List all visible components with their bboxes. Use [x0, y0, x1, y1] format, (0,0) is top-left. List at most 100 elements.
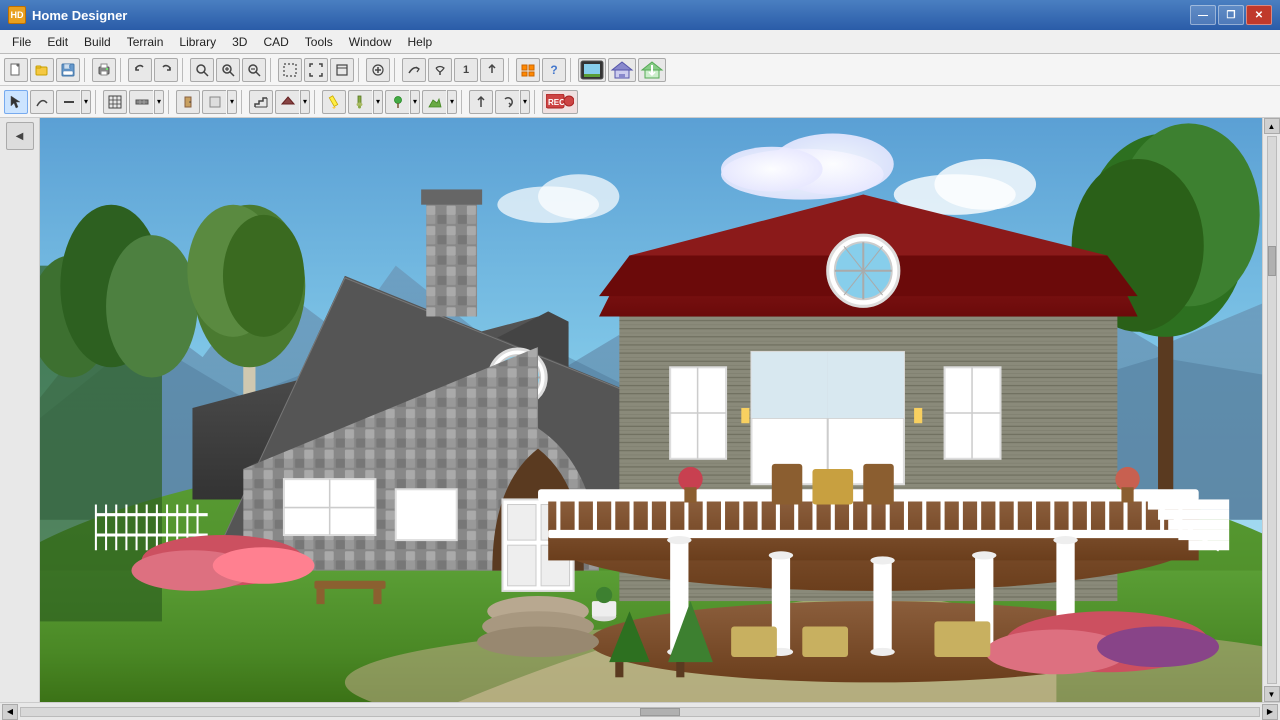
- menu-3d[interactable]: 3D: [224, 33, 255, 51]
- roof-tool-group: ▾: [275, 90, 310, 114]
- menu-edit[interactable]: Edit: [39, 33, 76, 51]
- scroll-thumb-vertical[interactable]: [1268, 246, 1276, 276]
- toolbar2-sep3: [241, 90, 245, 114]
- straight-tool-group: ▾: [56, 90, 91, 114]
- menu-file[interactable]: File: [4, 33, 39, 51]
- wall-tool-group: ▾: [129, 90, 164, 114]
- print-button[interactable]: [92, 58, 116, 82]
- window-button[interactable]: [330, 58, 354, 82]
- menu-terrain[interactable]: Terrain: [119, 33, 172, 51]
- scroll-thumb-horizontal[interactable]: [640, 708, 680, 716]
- separator8: [570, 58, 574, 82]
- menu-library[interactable]: Library: [171, 33, 224, 51]
- plant-tool[interactable]: [385, 90, 409, 114]
- catalog-button[interactable]: [516, 58, 540, 82]
- main-area: ◀: [0, 118, 1280, 702]
- undo-button[interactable]: [128, 58, 152, 82]
- menu-tools[interactable]: Tools: [297, 33, 341, 51]
- plant-tool-dropdown[interactable]: ▾: [410, 90, 420, 114]
- grid-tool[interactable]: [103, 90, 127, 114]
- svg-text:REC: REC: [548, 98, 565, 107]
- roof-tool-dropdown[interactable]: ▾: [300, 90, 310, 114]
- add-button[interactable]: [366, 58, 390, 82]
- zoom-out-button[interactable]: [242, 58, 266, 82]
- restore-button[interactable]: ❐: [1218, 5, 1244, 25]
- number-button[interactable]: 1: [454, 58, 478, 82]
- terrain-tool-group: ▾: [422, 90, 457, 114]
- right-scrollbar[interactable]: ▲ ▼: [1262, 118, 1280, 702]
- arrow-up-tool[interactable]: [469, 90, 493, 114]
- curve-tool[interactable]: [30, 90, 54, 114]
- minimize-button[interactable]: —: [1190, 5, 1216, 25]
- toolbar2-sep1: [95, 90, 99, 114]
- app-icon: HD: [8, 6, 26, 24]
- rotate-tool-dropdown[interactable]: ▾: [520, 90, 530, 114]
- terrain-tool-dropdown[interactable]: ▾: [447, 90, 457, 114]
- redo-button[interactable]: [154, 58, 178, 82]
- menu-cad[interactable]: CAD: [255, 33, 296, 51]
- save-button[interactable]: [56, 58, 80, 82]
- down-arrow-button[interactable]: [428, 58, 452, 82]
- rotate-tool[interactable]: [495, 90, 519, 114]
- paint-tool-group: ▾: [348, 90, 383, 114]
- curve-arrow-button[interactable]: [402, 58, 426, 82]
- block-tool-dropdown[interactable]: ▾: [227, 90, 237, 114]
- view3d-button[interactable]: [578, 58, 606, 82]
- left-arrow-btn[interactable]: ◀: [6, 122, 34, 150]
- paint-tool[interactable]: [348, 90, 372, 114]
- bottom-scrollbar[interactable]: ◀ ▶: [0, 702, 1280, 720]
- search-button[interactable]: [190, 58, 214, 82]
- toolbar2-sep6: [534, 90, 538, 114]
- block-tool-group: ▾: [202, 90, 237, 114]
- scroll-track-vertical: [1267, 136, 1277, 684]
- separator3: [182, 58, 186, 82]
- menu-window[interactable]: Window: [341, 33, 400, 51]
- scroll-up-button[interactable]: ▲: [1264, 118, 1280, 134]
- roof-tool[interactable]: [275, 90, 299, 114]
- toolbar2: ▾ ▾ ▾ ▾ ▾: [0, 86, 1280, 118]
- toolbar2-sep4: [314, 90, 318, 114]
- fullscreen-button[interactable]: [304, 58, 328, 82]
- separator5: [358, 58, 362, 82]
- menu-build[interactable]: Build: [76, 33, 119, 51]
- separator2: [120, 58, 124, 82]
- close-button[interactable]: ✕: [1246, 5, 1272, 25]
- separator4: [270, 58, 274, 82]
- door-tool[interactable]: [176, 90, 200, 114]
- app-title: Home Designer: [32, 8, 1190, 23]
- pencil-tool[interactable]: [322, 90, 346, 114]
- separator1: [84, 58, 88, 82]
- canvas-area[interactable]: ▲ ▼: [40, 118, 1280, 702]
- plant-tool-group: ▾: [385, 90, 420, 114]
- toolbar1: 1 ?: [0, 54, 1280, 86]
- terrain-tool[interactable]: [422, 90, 446, 114]
- paint-tool-dropdown[interactable]: ▾: [373, 90, 383, 114]
- pointer-tool[interactable]: [4, 90, 28, 114]
- zoom-in-button[interactable]: [216, 58, 240, 82]
- block-tool[interactable]: [202, 90, 226, 114]
- wall-tool[interactable]: [129, 90, 153, 114]
- up-arrow-btn[interactable]: [480, 58, 504, 82]
- straight-tool[interactable]: [56, 90, 80, 114]
- menu-help[interactable]: Help: [399, 33, 440, 51]
- title-bar-controls: — ❐ ✕: [1190, 5, 1272, 25]
- scroll-down-button[interactable]: ▼: [1264, 686, 1280, 702]
- open-button[interactable]: [30, 58, 54, 82]
- toolbar2-sep2: [168, 90, 172, 114]
- new-button[interactable]: [4, 58, 28, 82]
- scroll-left-button[interactable]: ◀: [2, 704, 18, 720]
- straight-tool-dropdown[interactable]: ▾: [81, 90, 91, 114]
- stairs-tool[interactable]: [249, 90, 273, 114]
- rotate-tool-group: ▾: [495, 90, 530, 114]
- help-button[interactable]: ?: [542, 58, 566, 82]
- house-render: [40, 118, 1280, 702]
- left-panel: ◀: [0, 118, 40, 702]
- wall-tool-dropdown[interactable]: ▾: [154, 90, 164, 114]
- title-bar: HD Home Designer — ❐ ✕: [0, 0, 1280, 30]
- scroll-right-button[interactable]: ▶: [1262, 704, 1278, 720]
- separator6: [394, 58, 398, 82]
- rec-button[interactable]: REC: [542, 90, 578, 114]
- export-button[interactable]: [638, 58, 666, 82]
- house-button[interactable]: [608, 58, 636, 82]
- select-button[interactable]: [278, 58, 302, 82]
